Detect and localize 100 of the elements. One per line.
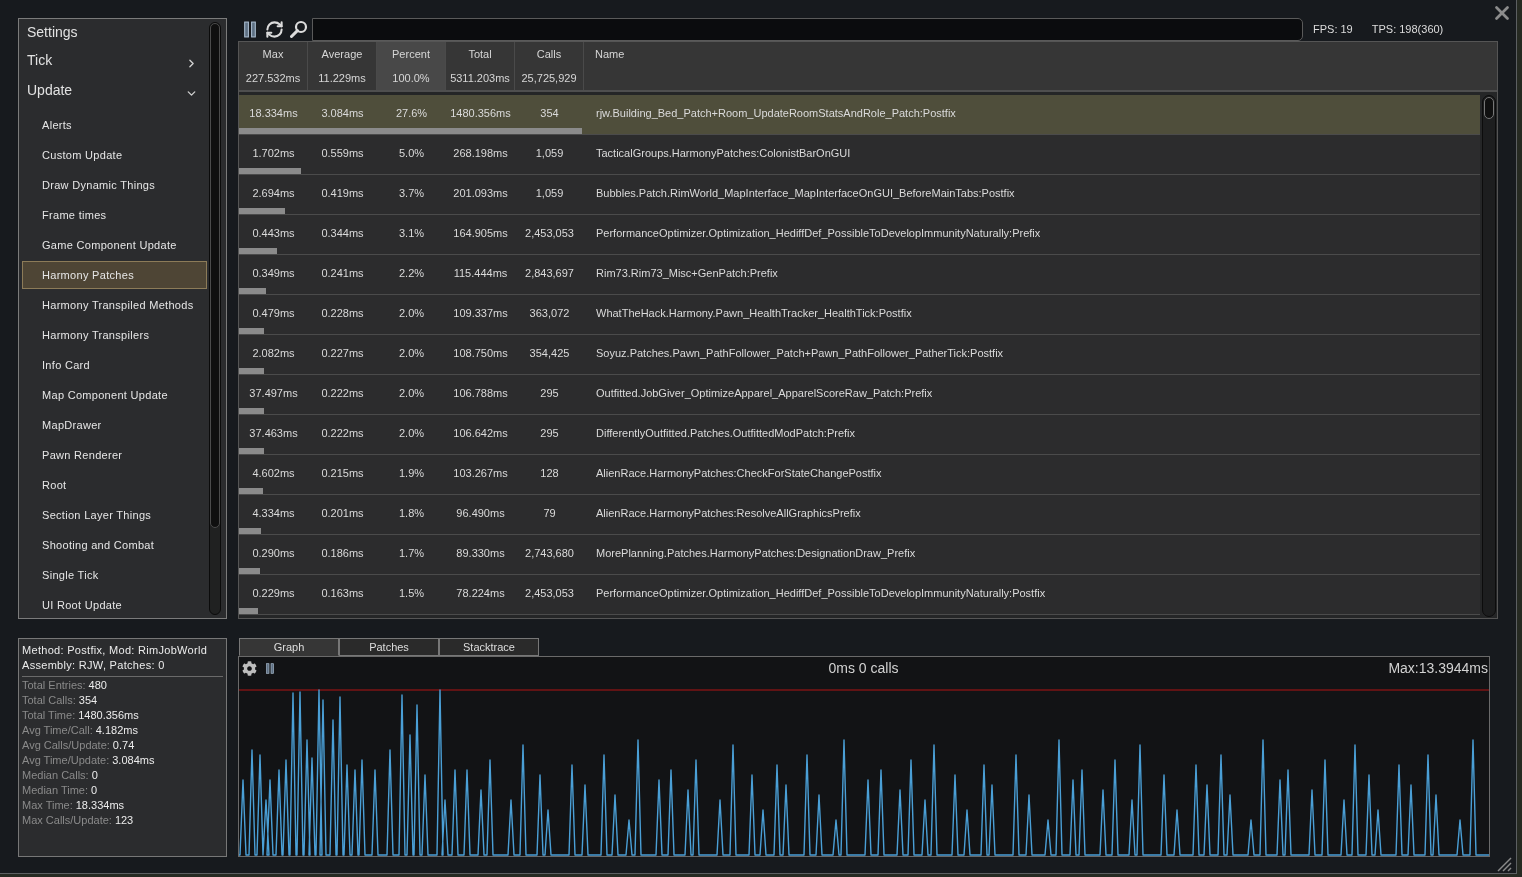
table-cell-text: 2,743,680	[524, 546, 575, 562]
table-cell-text: 1480.356ms	[449, 106, 512, 122]
table-row[interactable]: 0.349ms 0.241ms 2.2% 115.444ms 2,843,697 Rim73.Rim73_Misc+GenPatch:Prefix	[239, 255, 1480, 295]
table-cell-text: 1.7%	[397, 546, 426, 562]
scrollbar-thumb[interactable]	[1484, 97, 1494, 119]
sidebar-item[interactable]: Harmony Patches	[22, 261, 207, 289]
sidebar-item[interactable]: Game Component Update	[22, 231, 207, 259]
sidebar-item[interactable]: Frame times	[22, 201, 207, 229]
sidebar-item[interactable]: Info Card	[22, 351, 207, 379]
table-cell-text: 2.694ms	[251, 186, 296, 202]
table-cell-text: 0.344ms	[320, 226, 365, 242]
stat-label: Avg Time/Call:	[22, 723, 93, 739]
table-cell-text: DifferentlyOutfitted.Patches.OutfittedModPatch:Prefix	[595, 426, 856, 442]
table-cell-text: 3.084ms	[320, 106, 365, 122]
stat-value: 3.084ms	[112, 753, 155, 769]
table-cell-text: 2.0%	[397, 426, 426, 442]
table-row[interactable]: 18.334ms 3.084ms 27.6% 1480.356ms 354 rjw.Building_Bed_Patch+Room_UpdateRoomStatsAndRole_Patch:Postfix	[239, 95, 1480, 135]
table-cell-text: 1,059	[534, 146, 565, 162]
table-cell-text: 78.224ms	[455, 586, 506, 602]
table-row[interactable]: 4.602ms 0.215ms 1.9% 103.267ms 128 AlienRace.HarmonyPatches:CheckForStateChangePostfix	[239, 455, 1480, 495]
table-cell-text: 0.222ms	[320, 386, 365, 402]
table-cell-text: 295	[539, 426, 560, 442]
table-cell-text: 363,072	[528, 306, 571, 322]
table-cell-text: 4.334ms	[251, 506, 296, 522]
table-cell-text: 2.082ms	[251, 346, 296, 362]
graph-title: 0ms 0 calls	[828, 658, 899, 678]
table-row[interactable]: 37.463ms 0.222ms 2.0% 106.642ms 295 DifferentlyOutfitted.Patches.OutfittedModPatch:Prefix	[239, 415, 1480, 455]
table-cell-text: 0.163ms	[320, 586, 365, 602]
search-icon[interactable]	[290, 20, 308, 38]
sidebar-item[interactable]: Section Layer Things	[22, 501, 207, 529]
table-cell-text: 2,843,697	[524, 266, 575, 282]
column-label: Calls	[536, 46, 562, 62]
table-cell-text: 89.330ms	[455, 546, 506, 562]
table-cell-text: 128	[539, 466, 560, 482]
table-cell-text: 0.227ms	[320, 346, 365, 362]
table-cell-text: 108.750ms	[452, 346, 509, 362]
sidebar-item[interactable]: Shooting and Combat	[22, 531, 207, 559]
table-row[interactable]: 0.290ms 0.186ms 1.7% 89.330ms 2,743,680 MorePlanning.Patches.HarmonyPatches:DesignationDraw_Prefix	[239, 535, 1480, 575]
table-cell-text: 106.788ms	[452, 386, 509, 402]
gear-icon[interactable]	[242, 660, 257, 676]
table-cell-text: 4.602ms	[251, 466, 296, 482]
stat-label: Median Calls:	[22, 768, 89, 784]
tab[interactable]: Graph	[239, 638, 339, 656]
resize-grip-icon[interactable]	[1497, 857, 1512, 872]
sidebar-item[interactable]: Tick	[19, 45, 209, 75]
sidebar-item[interactable]: Single Tick	[22, 561, 207, 589]
tab[interactable]: Stacktrace	[439, 638, 539, 656]
table-row[interactable]: 37.497ms 0.222ms 2.0% 106.788ms 295 Outfitted.JobGiver_OptimizeApparel_ApparelScoreRaw_Patch:Prefix	[239, 375, 1480, 415]
sidebar-item[interactable]: Map Component Update	[22, 381, 207, 409]
sidebar-item[interactable]: MapDrawer	[22, 411, 207, 439]
pause-icon[interactable]	[243, 20, 257, 38]
table-cell-text: AlienRace.HarmonyPatches:CheckForStateChangePostfix	[595, 466, 882, 482]
column-header[interactable]: Total 5311.203ms	[446, 42, 515, 90]
table-cell-text: 268.198ms	[452, 146, 509, 162]
table-cell-text: 79	[542, 506, 557, 522]
stat-value: 1480.356ms	[78, 708, 139, 724]
table-row[interactable]: 2.694ms 0.419ms 3.7% 201.093ms 1,059 Bubbles.Patch.RimWorld_MapInterface_MapInterfaceOnGUI_BeforeMainTabs:Postfix	[239, 175, 1480, 215]
table-row[interactable]: 1.702ms 0.559ms 5.0% 268.198ms 1,059 TacticalGroups.HarmonyPatches:ColonistBarOnGUI	[239, 135, 1480, 175]
sidebar-item[interactable]: Alerts	[22, 111, 207, 139]
scrollbar-track[interactable]	[1482, 95, 1496, 617]
table-row[interactable]: 2.082ms 0.227ms 2.0% 108.750ms 354,425 Soyuz.Patches.Pawn_PathFollower_Patch+Pawn_PathFollower_PatherTick:Postfix	[239, 335, 1480, 375]
stat-label: Total Time:	[22, 708, 76, 724]
tab[interactable]: Patches	[339, 638, 439, 656]
sidebar-item[interactable]: Custom Update	[22, 141, 207, 169]
stat-label: Max Time:	[22, 798, 73, 814]
table-cell-text: Rim73.Rim73_Misc+GenPatch:Prefix	[595, 266, 778, 282]
sidebar-item[interactable]: Pawn Renderer	[22, 441, 207, 469]
table-cell-text: 109.337ms	[452, 306, 509, 322]
stat-value: 354	[78, 693, 98, 709]
sidebar-item[interactable]: Root	[22, 471, 207, 499]
table-cell-text: 295	[539, 386, 560, 402]
table-cell-text: 106.642ms	[452, 426, 509, 442]
table-row[interactable]: 4.334ms 0.201ms 1.8% 96.490ms 79 AlienRace.HarmonyPatches:ResolveAllGraphicsPrefix	[239, 495, 1480, 535]
table-row[interactable]: 0.479ms 0.228ms 2.0% 109.337ms 363,072 WhatTheHack.Harmony.Pawn_HealthTracker_HealthTick:Postfix	[239, 295, 1480, 335]
sidebar-item[interactable]: Harmony Transpilers	[22, 321, 207, 349]
table-cell-text: TacticalGroups.HarmonyPatches:ColonistBarOnGUI	[595, 146, 851, 162]
refresh-icon[interactable]	[265, 19, 284, 39]
table-row[interactable]: 0.229ms 0.163ms 1.5% 78.224ms 2,453,053 PerformanceOptimizer.Optimization_HediffDef_PossibleToDevelopImmunityNaturally:Postfix	[239, 575, 1480, 615]
scrollbar-track[interactable]	[209, 22, 221, 615]
column-header[interactable]: Calls 25,725,929	[515, 42, 584, 90]
table-cell-text: 0.443ms	[251, 226, 296, 242]
table-cell-text: 164.905ms	[452, 226, 509, 242]
sidebar-item[interactable]: Settings	[19, 19, 209, 45]
table-cell-text: 5.0%	[397, 146, 426, 162]
search-field[interactable]	[312, 17, 1303, 41]
sidebar-item[interactable]: UI Root Update	[22, 591, 207, 618]
pause-icon[interactable]	[265, 662, 275, 674]
table-cell-text: 1.5%	[397, 586, 426, 602]
column-header[interactable]: Max 227.532ms	[239, 42, 308, 90]
sidebar-item[interactable]: Draw Dynamic Things	[22, 171, 207, 199]
table-cell-text: Outfitted.JobGiver_OptimizeApparel_ApparelScoreRaw_Patch:Prefix	[595, 386, 933, 402]
table-cell-text: 1.8%	[397, 506, 426, 522]
table-cell-text: 0.229ms	[251, 586, 296, 602]
table-cell-text: 2.0%	[397, 346, 426, 362]
scrollbar-thumb[interactable]	[210, 23, 220, 528]
column-header[interactable]: Percent 100.0%	[377, 42, 446, 90]
column-header[interactable]: Name	[584, 42, 1497, 90]
sidebar-item[interactable]: Harmony Transpiled Methods	[22, 291, 207, 319]
sidebar-item[interactable]: Update	[19, 75, 209, 105]
table-row[interactable]: 0.443ms 0.344ms 3.1% 164.905ms 2,453,053 PerformanceOptimizer.Optimization_HediffDef_PossibleToDevelopImmunityNaturally:Prefix	[239, 215, 1480, 255]
